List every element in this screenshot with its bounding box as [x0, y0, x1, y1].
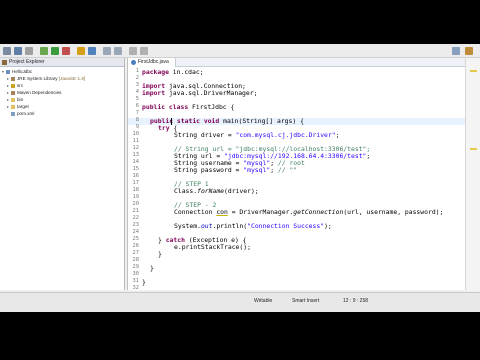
library-icon [11, 90, 15, 95]
open-perspective-icon[interactable] [452, 47, 460, 55]
new-icon[interactable] [3, 47, 11, 55]
status-cursor-position: 12 : 9 : 258 [343, 298, 369, 304]
tree-node-pom[interactable]: pom.xml [7, 110, 34, 117]
code-line-29: } [150, 264, 154, 272]
status-bar: Writable Smart Insert 12 : 9 : 258 [0, 292, 480, 312]
line-number: 6 [135, 103, 139, 109]
code-line-31: } [142, 278, 146, 286]
status-writable: Writable [254, 298, 273, 304]
code-line-10: String driver = "com.mysql.cj.jdbc.Drive… [174, 131, 340, 139]
folder-icon [11, 104, 15, 109]
search-icon[interactable] [114, 47, 122, 55]
line-number: 28 [132, 257, 140, 263]
library-icon [11, 76, 15, 81]
print-icon[interactable] [25, 47, 33, 55]
line-number: 3 [135, 82, 139, 88]
java-file-icon [131, 60, 136, 65]
line-number: 10 [132, 131, 140, 137]
line-number: 4 [135, 89, 139, 95]
save-icon[interactable] [14, 47, 22, 55]
line-number: 1 [135, 68, 139, 74]
open-type-icon[interactable] [103, 47, 111, 55]
external-tools-icon[interactable] [62, 47, 70, 55]
line-number: 16 [132, 173, 140, 179]
line-number: 26 [132, 243, 140, 249]
line-number: 12 [132, 145, 140, 151]
line-number: 17 [132, 180, 140, 186]
project-icon [6, 69, 10, 74]
forward-icon[interactable] [140, 47, 148, 55]
folder-icon [11, 97, 15, 102]
explorer-icon [2, 60, 7, 65]
line-number: 5 [135, 96, 139, 102]
new-package-icon[interactable] [77, 47, 85, 55]
line-number: 14 [132, 159, 140, 165]
code-line-23: System.out.println("Connection Success")… [174, 222, 332, 230]
line-number: 29 [132, 264, 140, 270]
line-number: 31 [132, 278, 140, 284]
line-number: 15 [132, 166, 140, 172]
line-number: 27 [132, 250, 140, 256]
run-icon[interactable] [51, 47, 59, 55]
line-number: 22 [132, 215, 140, 221]
line-number: 18 [132, 187, 140, 193]
editor-tab-bar: FirstJdbc.java [128, 58, 465, 67]
overview-ruler[interactable] [465, 58, 480, 290]
line-number: 20 [132, 201, 140, 207]
line-number: 8 [135, 117, 139, 123]
code-line-26: e.printStackTrace(); [174, 243, 251, 251]
code-line-27: } [158, 250, 162, 258]
warning-marker-icon[interactable] [470, 148, 477, 150]
project-explorer-tab[interactable]: Project Explorer [0, 58, 124, 67]
line-number: 25 [132, 236, 140, 242]
editor-tab-firstjdbc[interactable]: FirstJdbc.java [128, 58, 176, 67]
source-folder-icon [11, 83, 15, 88]
line-number: 11 [132, 138, 140, 144]
line-number: 23 [132, 222, 140, 228]
main-toolbar [0, 44, 480, 58]
eclipse-window: Project Explorer ▾ HelloJdbc ▸ JRE System … [0, 44, 480, 312]
debug-icon[interactable] [40, 47, 48, 55]
line-number: 30 [132, 271, 140, 277]
line-number: 7 [135, 110, 139, 116]
text-cursor [171, 118, 172, 125]
code-line-6: public class FirstJdbc { [142, 103, 235, 111]
code-line-4: import java.sql.DriverManager; [142, 89, 258, 97]
line-number: 24 [132, 229, 140, 235]
line-number: 21 [132, 208, 140, 214]
code-line-15: String password = "mysql"; // "" [174, 166, 298, 174]
java-perspective-icon[interactable] [465, 47, 473, 55]
java-editor: FirstJdbc.java 1 2 3 4 5 6 7 8 9 10 11 12 13 14 15 16 17… [127, 58, 466, 291]
back-icon[interactable] [129, 47, 137, 55]
xml-file-icon [11, 111, 15, 116]
code-line-21: Connection con = DriverManager.getConnec… [174, 208, 444, 216]
project-explorer: Project Explorer ▾ HelloJdbc ▸ JRE System … [0, 58, 125, 290]
status-insert-mode: Smart Insert [292, 298, 320, 304]
warning-marker-icon[interactable] [470, 70, 477, 72]
new-class-icon[interactable] [88, 47, 96, 55]
line-number: 19 [132, 194, 140, 200]
code-line-1: package in.cdac; [142, 68, 204, 76]
code-area[interactable]: 1 2 3 4 5 6 7 8 9 10 11 12 13 14 15 16 17 18 19 20 21 22 23 24 2… [128, 67, 466, 291]
line-number: 13 [132, 152, 140, 158]
code-line-18: Class.forName(driver); [174, 187, 259, 195]
line-number: 32 [132, 285, 140, 291]
line-number: 2 [135, 75, 139, 81]
line-number: 9 [135, 124, 139, 130]
